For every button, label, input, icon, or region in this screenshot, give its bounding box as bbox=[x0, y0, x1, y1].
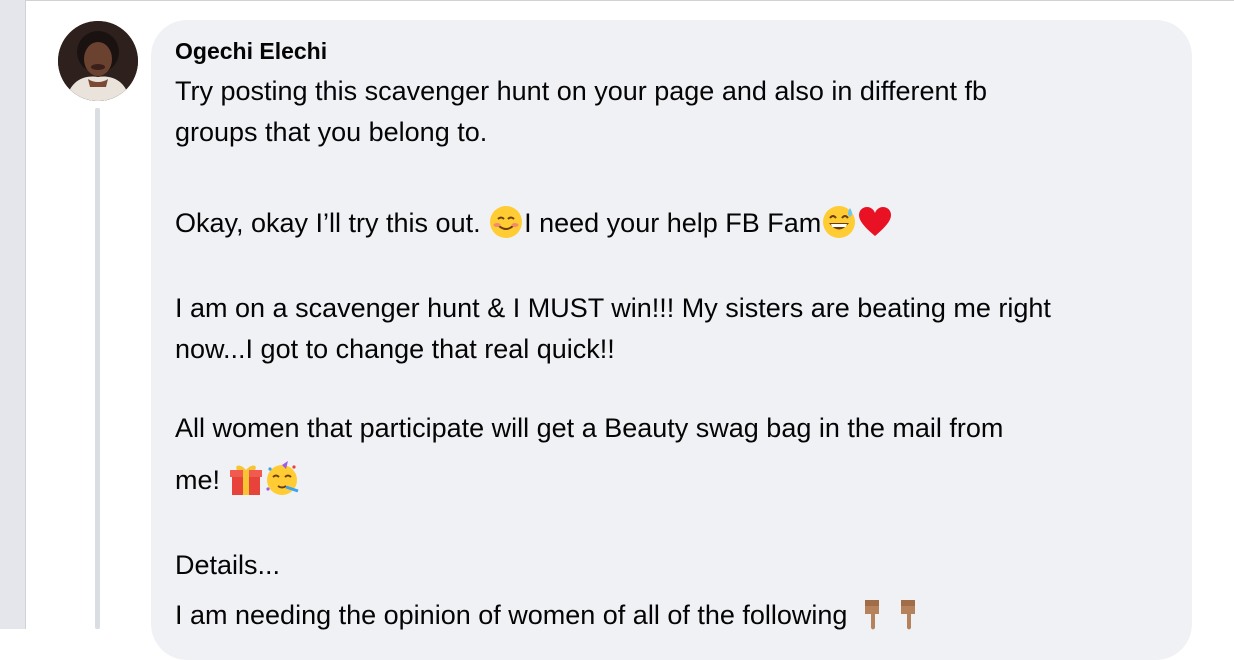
red-heart-icon bbox=[857, 204, 893, 240]
avatar[interactable] bbox=[58, 21, 138, 101]
thread-line bbox=[95, 108, 100, 629]
comment-text-line: Details... bbox=[175, 550, 281, 580]
comment-text-line: I am needing the opinion of women of all… bbox=[175, 595, 927, 636]
pointing-down-icon bbox=[855, 596, 891, 632]
comment-text-line: now...I got to change that real quick!! bbox=[175, 334, 615, 364]
comment-text-line: me! bbox=[175, 460, 300, 501]
pointing-down-icon bbox=[891, 596, 927, 632]
left-gutter bbox=[0, 0, 26, 629]
grinning-sweat-icon bbox=[821, 204, 857, 240]
comment-text-line: groups that you belong to. bbox=[175, 117, 488, 147]
gift-icon bbox=[228, 461, 264, 497]
comment-text-segment: me! bbox=[175, 465, 228, 495]
comment-text-segment: Okay, okay I’ll try this out. bbox=[175, 208, 489, 238]
comment-text-line: All women that participate will get a Be… bbox=[175, 413, 1004, 443]
partying-face-icon bbox=[264, 460, 300, 497]
comment-text-line: I am on a scavenger hunt & I MUST win!!!… bbox=[175, 293, 1051, 323]
comment-text-segment: I need your help FB Fam bbox=[524, 208, 822, 238]
avatar-photo bbox=[58, 21, 138, 101]
comment-text-segment: I am needing the opinion of women of all… bbox=[175, 600, 855, 630]
top-divider bbox=[25, 0, 1234, 1]
comment-author-name[interactable]: Ogechi Elechi bbox=[175, 38, 327, 65]
comment-text-line: Try posting this scavenger hunt on your … bbox=[175, 76, 988, 106]
comment-text-line: Okay, okay I’ll try this out. I need you… bbox=[175, 203, 893, 244]
smiling-face-icon bbox=[488, 204, 524, 240]
